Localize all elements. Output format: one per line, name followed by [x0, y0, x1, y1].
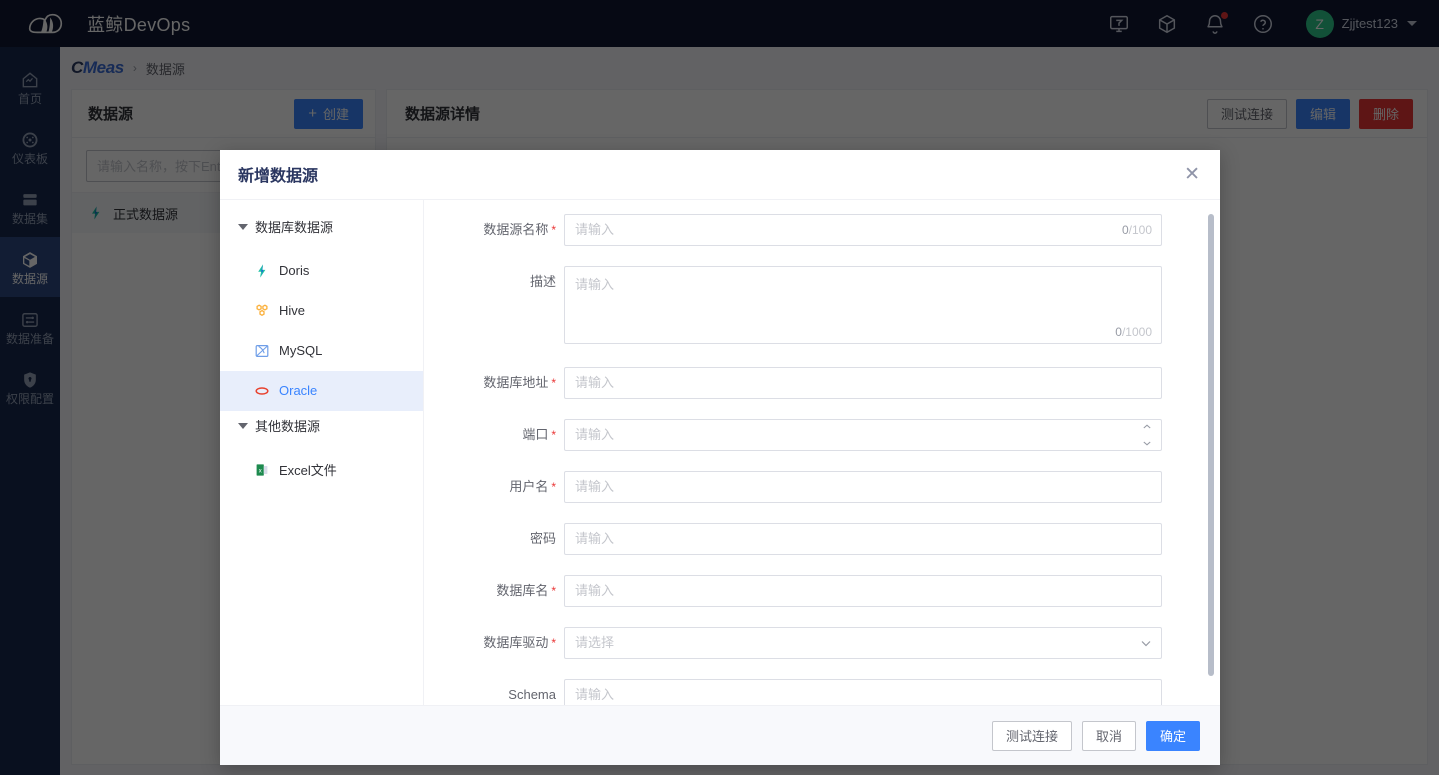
- modal-body: 数据库数据源 Doris Hive MySQL Oracle 其他数据源 x E…: [220, 199, 1220, 705]
- datasource-type-tree: 数据库数据源 Doris Hive MySQL Oracle 其他数据源 x E…: [220, 199, 424, 705]
- datasource-form: 数据源名称* 0/100 描述 0/1000 数据库地址*: [424, 200, 1220, 705]
- field-wrapper-schema: [564, 678, 1162, 705]
- field-label-name: 数据源名称 *: [424, 214, 564, 246]
- tree-node-doris[interactable]: Doris: [220, 251, 423, 291]
- required-marker: *: [551, 427, 556, 442]
- cancel-button[interactable]: 取消: [1081, 720, 1136, 751]
- field-label-host: 数据库地址 *: [424, 367, 564, 399]
- field-label-name-text: 数据源名称: [483, 221, 549, 237]
- description-textarea[interactable]: [564, 265, 1162, 344]
- modal-test-connection-button[interactable]: 测试连接: [991, 720, 1072, 751]
- field-label-driver: 数据库驱动 *: [424, 627, 564, 659]
- field-label-port-text: 端口: [522, 426, 549, 442]
- password-input[interactable]: [564, 522, 1162, 555]
- form-scrollbar[interactable]: [1208, 213, 1214, 676]
- field-label-driver-text: 数据库驱动: [483, 634, 549, 650]
- database-host-input[interactable]: [564, 366, 1162, 399]
- username-input[interactable]: [564, 470, 1162, 503]
- field-row-driver: 数据库驱动 *: [424, 626, 1220, 659]
- svg-text:x: x: [259, 468, 262, 474]
- field-row-username: 用户名 *: [424, 470, 1220, 503]
- confirm-button[interactable]: 确定: [1145, 720, 1200, 751]
- tree-group-label: 其他数据源: [255, 419, 321, 435]
- field-row-host: 数据库地址 *: [424, 366, 1220, 399]
- add-datasource-modal: 新增数据源 ✕ 数据库数据源 Doris Hive MySQL Oracle 其…: [220, 150, 1220, 765]
- field-label-password: 密码: [529, 530, 556, 546]
- chevron-down-icon[interactable]: [1143, 441, 1151, 446]
- tree-node-label: Excel文件: [279, 463, 337, 479]
- caret-down-icon: [238, 422, 248, 429]
- field-row-dbname: 数据库名 *: [424, 574, 1220, 607]
- field-label-dbname-text: 数据库名: [496, 582, 549, 598]
- field-label-dbname: 数据库名 *: [424, 575, 564, 607]
- tree-node-label: Doris: [279, 263, 310, 279]
- tree-group-label: 数据库数据源: [255, 220, 334, 236]
- field-row-port: 端口 *: [424, 418, 1220, 451]
- field-label-username: 用户名 *: [424, 471, 564, 503]
- field-label-username-text: 用户名: [509, 478, 549, 494]
- tree-node-label: Oracle: [279, 383, 318, 399]
- required-marker: *: [551, 222, 556, 237]
- tree-group-database[interactable]: 数据库数据源: [220, 212, 423, 242]
- number-stepper[interactable]: [1141, 424, 1153, 446]
- database-name-input[interactable]: [564, 574, 1162, 607]
- port-input[interactable]: [564, 418, 1162, 451]
- close-icon[interactable]: ✕: [1184, 165, 1200, 184]
- tree-node-excel[interactable]: x Excel文件: [220, 450, 423, 490]
- field-wrapper-description: 0/1000: [564, 265, 1162, 347]
- mysql-icon: [254, 343, 270, 359]
- tree-node-mysql[interactable]: MySQL: [220, 331, 423, 371]
- tree-node-label: MySQL: [279, 343, 323, 359]
- field-wrapper-host: [564, 366, 1162, 399]
- excel-icon: x: [254, 462, 270, 478]
- field-row-schema: Schema: [424, 678, 1220, 705]
- field-wrapper-username: [564, 470, 1162, 503]
- field-wrapper-dbname: [564, 574, 1162, 607]
- oracle-icon: [254, 383, 270, 399]
- modal-header: 新增数据源 ✕: [220, 150, 1220, 200]
- field-row-description: 描述 0/1000: [424, 265, 1220, 347]
- tree-node-oracle[interactable]: Oracle: [220, 370, 423, 411]
- database-driver-select[interactable]: [564, 626, 1162, 659]
- datasource-name-input[interactable]: [564, 213, 1162, 246]
- modal-title: 新增数据源: [238, 168, 319, 186]
- tree-group-other[interactable]: 其他数据源: [220, 411, 423, 441]
- field-row-name: 数据源名称* 0/100: [424, 213, 1220, 246]
- caret-down-icon: [238, 223, 248, 230]
- hive-icon: [254, 303, 270, 319]
- chevron-up-icon[interactable]: [1143, 424, 1151, 429]
- field-label-port: 端口 *: [424, 419, 564, 451]
- schema-input[interactable]: [564, 678, 1162, 705]
- modal-footer: 测试连接 取消 确定: [220, 705, 1220, 765]
- field-wrapper-driver: [564, 626, 1162, 659]
- tree-node-hive[interactable]: Hive: [220, 291, 423, 331]
- field-label-schema: Schema: [508, 686, 556, 702]
- field-label-host-text: 数据库地址: [483, 374, 549, 390]
- field-wrapper-name: 0/100: [564, 213, 1162, 246]
- field-label-description: 描述: [529, 273, 556, 289]
- tree-node-label: Hive: [279, 303, 306, 319]
- required-marker: *: [551, 375, 556, 390]
- required-marker: *: [551, 479, 556, 494]
- field-row-password: 密码: [424, 522, 1220, 555]
- required-marker: *: [551, 583, 556, 598]
- app-root: 蓝鲸DevOps: [0, 0, 1439, 775]
- chevron-down-icon[interactable]: [1139, 636, 1153, 650]
- doris-icon: [254, 263, 270, 279]
- required-marker: *: [551, 635, 556, 650]
- field-wrapper-port: [564, 418, 1162, 451]
- field-wrapper-password: [564, 522, 1162, 555]
